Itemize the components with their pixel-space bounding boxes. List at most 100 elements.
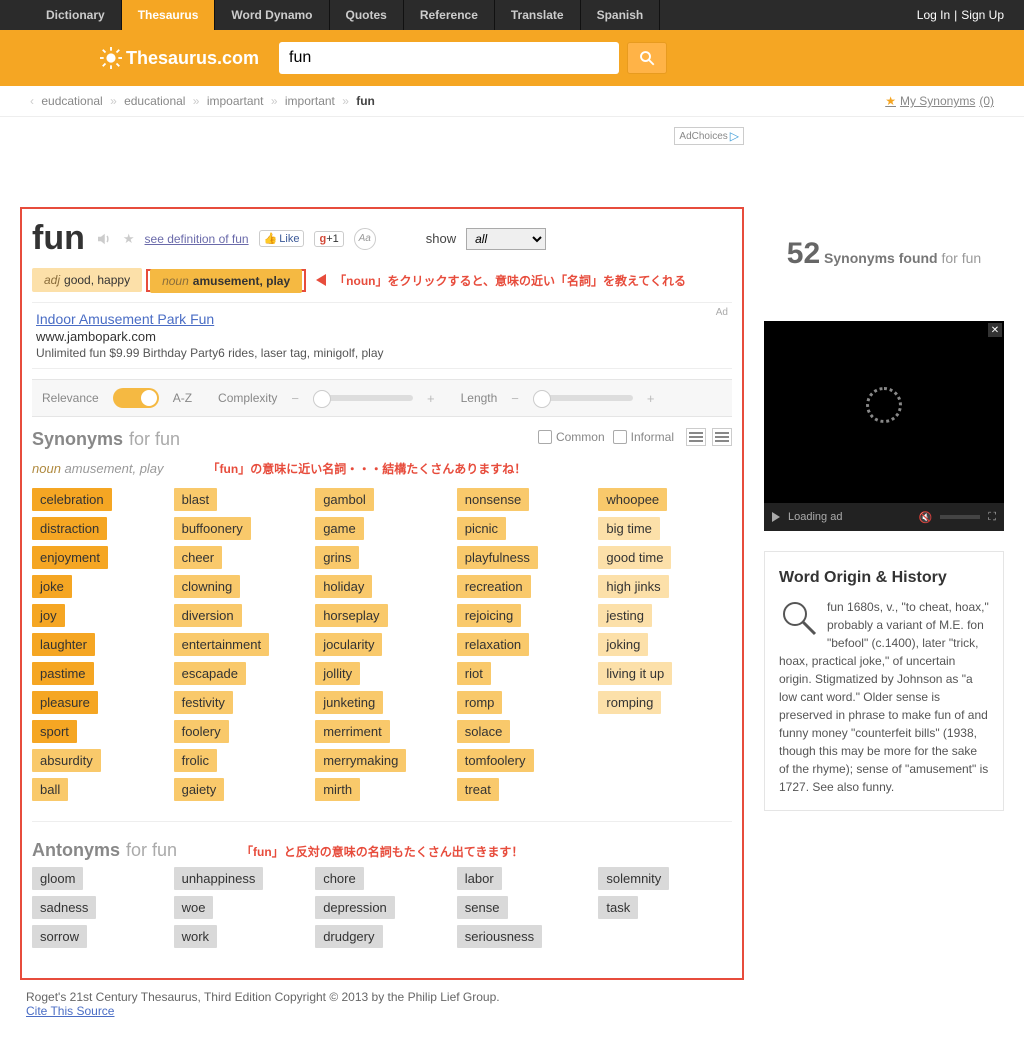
- topnav-word-dynamo[interactable]: Word Dynamo: [215, 0, 329, 30]
- synonym-chip[interactable]: riot: [457, 662, 491, 685]
- sense-tab-noun[interactable]: nounamusement, play: [150, 269, 302, 293]
- synonym-chip[interactable]: diversion: [174, 604, 242, 627]
- synonym-chip[interactable]: buffoonery: [174, 517, 251, 540]
- login-link[interactable]: Log In: [917, 8, 950, 22]
- synonym-chip[interactable]: entertainment: [174, 633, 270, 656]
- synonym-chip[interactable]: merriment: [315, 720, 390, 743]
- antonym-chip[interactable]: drudgery: [315, 925, 382, 948]
- synonym-chip[interactable]: celebration: [32, 488, 112, 511]
- synonym-chip[interactable]: gaiety: [174, 778, 225, 801]
- synonym-chip[interactable]: cheer: [174, 546, 223, 569]
- topnav-dictionary[interactable]: Dictionary: [30, 0, 122, 30]
- synonym-chip[interactable]: treat: [457, 778, 499, 801]
- synonym-chip[interactable]: grins: [315, 546, 359, 569]
- synonym-chip[interactable]: joke: [32, 575, 72, 598]
- informal-filter[interactable]: Informal: [613, 430, 674, 444]
- synonym-chip[interactable]: joking: [598, 633, 648, 656]
- breadcrumb-item[interactable]: fun: [356, 94, 375, 108]
- breadcrumb-item[interactable]: eudcational: [41, 94, 102, 108]
- sense-tab-adj[interactable]: adjgood, happy: [32, 268, 142, 292]
- volume-slider[interactable]: [940, 515, 980, 519]
- search-button[interactable]: [627, 42, 667, 74]
- breadcrumb-item[interactable]: educational: [124, 94, 185, 108]
- breadcrumb-item[interactable]: important: [285, 94, 335, 108]
- topnav-translate[interactable]: Translate: [495, 0, 581, 30]
- antonym-chip[interactable]: solemnity: [598, 867, 669, 890]
- synonym-chip[interactable]: gambol: [315, 488, 374, 511]
- antonym-chip[interactable]: seriousness: [457, 925, 542, 948]
- synonym-chip[interactable]: living it up: [598, 662, 672, 685]
- antonym-chip[interactable]: unhappiness: [174, 867, 264, 890]
- synonym-chip[interactable]: game: [315, 517, 364, 540]
- synonym-chip[interactable]: pastime: [32, 662, 94, 685]
- synonym-chip[interactable]: high jinks: [598, 575, 668, 598]
- synonym-chip[interactable]: escapade: [174, 662, 246, 685]
- close-icon[interactable]: ✕: [988, 323, 1002, 337]
- antonym-chip[interactable]: sadness: [32, 896, 96, 919]
- signup-link[interactable]: Sign Up: [961, 8, 1004, 22]
- synonym-chip[interactable]: romping: [598, 691, 661, 714]
- adchoices-badge[interactable]: AdChoices▷: [674, 127, 744, 145]
- show-select[interactable]: all: [466, 228, 546, 250]
- antonym-chip[interactable]: labor: [457, 867, 502, 890]
- mute-icon[interactable]: 🔇: [919, 511, 933, 524]
- antonym-chip[interactable]: depression: [315, 896, 395, 919]
- antonym-chip[interactable]: gloom: [32, 867, 83, 890]
- synonym-chip[interactable]: holiday: [315, 575, 372, 598]
- search-input[interactable]: [279, 42, 619, 74]
- synonym-chip[interactable]: romp: [457, 691, 503, 714]
- google-plus-button[interactable]: g+1: [314, 231, 343, 247]
- common-filter[interactable]: Common: [538, 430, 605, 444]
- antonym-chip[interactable]: task: [598, 896, 638, 919]
- synonym-chip[interactable]: absurdity: [32, 749, 101, 772]
- synonym-chip[interactable]: tomfoolery: [457, 749, 534, 772]
- fullscreen-icon[interactable]: ⛶: [988, 511, 996, 524]
- synonym-chip[interactable]: good time: [598, 546, 671, 569]
- synonym-chip[interactable]: pleasure: [32, 691, 98, 714]
- synonym-chip[interactable]: laughter: [32, 633, 95, 656]
- synonym-chip[interactable]: clowning: [174, 575, 241, 598]
- synonym-chip[interactable]: foolery: [174, 720, 229, 743]
- synonym-chip[interactable]: jesting: [598, 604, 652, 627]
- relevance-toggle[interactable]: [113, 388, 159, 408]
- antonym-chip[interactable]: woe: [174, 896, 214, 919]
- synonym-chip[interactable]: playfulness: [457, 546, 538, 569]
- synonym-chip[interactable]: picnic: [457, 517, 506, 540]
- synonym-chip[interactable]: jocularity: [315, 633, 382, 656]
- synonym-chip[interactable]: mirth: [315, 778, 360, 801]
- antonym-chip[interactable]: sense: [457, 896, 508, 919]
- synonym-chip[interactable]: frolic: [174, 749, 217, 772]
- synonym-chip[interactable]: ball: [32, 778, 68, 801]
- audio-icon[interactable]: [95, 230, 113, 248]
- complexity-slider[interactable]: [313, 395, 413, 401]
- synonym-chip[interactable]: enjoyment: [32, 546, 108, 569]
- font-size-button[interactable]: Aa: [354, 228, 376, 250]
- play-icon[interactable]: [772, 512, 780, 522]
- site-logo[interactable]: Thesaurus.com: [100, 47, 259, 69]
- synonym-chip[interactable]: sport: [32, 720, 77, 743]
- facebook-like-button[interactable]: 👍Like: [259, 230, 305, 247]
- synonym-chip[interactable]: festivity: [174, 691, 233, 714]
- favorite-icon[interactable]: ★: [123, 231, 135, 247]
- synonym-chip[interactable]: joy: [32, 604, 65, 627]
- synonym-chip[interactable]: relaxation: [457, 633, 529, 656]
- synonym-chip[interactable]: jollity: [315, 662, 360, 685]
- antonym-chip[interactable]: chore: [315, 867, 364, 890]
- synonym-chip[interactable]: recreation: [457, 575, 531, 598]
- synonym-chip[interactable]: distraction: [32, 517, 107, 540]
- synonym-chip[interactable]: horseplay: [315, 604, 387, 627]
- antonym-chip[interactable]: sorrow: [32, 925, 87, 948]
- topnav-spanish[interactable]: Spanish: [581, 0, 661, 30]
- synonym-chip[interactable]: merrymaking: [315, 749, 406, 772]
- my-synonyms-link[interactable]: ★ My Synonyms (0): [885, 94, 994, 108]
- synonym-chip[interactable]: big time: [598, 517, 660, 540]
- synonym-chip[interactable]: whoopee: [598, 488, 667, 511]
- length-slider[interactable]: [533, 395, 633, 401]
- breadcrumb-item[interactable]: impoartant: [207, 94, 264, 108]
- synonym-chip[interactable]: solace: [457, 720, 511, 743]
- topnav-reference[interactable]: Reference: [404, 0, 495, 30]
- grid-layout-icon[interactable]: [686, 428, 706, 446]
- synonym-chip[interactable]: blast: [174, 488, 217, 511]
- definition-link[interactable]: see definition of fun: [145, 232, 249, 246]
- cite-source-link[interactable]: Cite This Source: [26, 1004, 114, 1018]
